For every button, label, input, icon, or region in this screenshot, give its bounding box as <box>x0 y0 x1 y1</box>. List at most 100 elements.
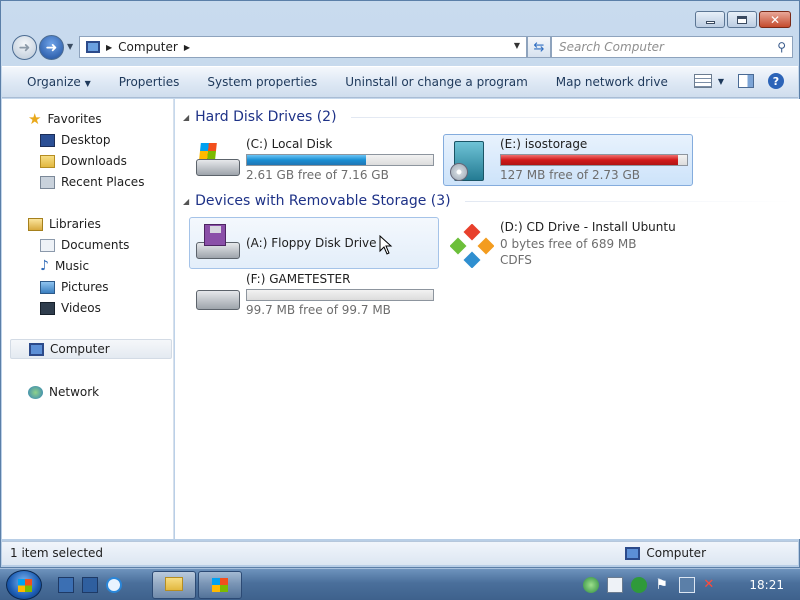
floppy-drive-icon <box>194 224 242 264</box>
taskbar-window-button[interactable] <box>198 571 242 599</box>
taskbar: ⚑ ✕ 18:21 <box>0 568 800 600</box>
drive-tile-f[interactable]: (F:) GAMETESTER 99.7 MB free of 99.7 MB <box>189 269 439 321</box>
organize-button[interactable]: Organize ▼ <box>2 75 105 89</box>
sidebar-item-libraries[interactable]: Libraries <box>28 214 101 234</box>
status-bar: 1 item selected Computer <box>2 541 798 565</box>
drive-usage-fill <box>247 155 367 165</box>
drive-tile-c[interactable]: (C:) Local Disk 2.61 GB free of 7.16 GB <box>189 134 439 186</box>
collapse-triangle-icon[interactable]: ◢ <box>183 197 189 206</box>
drive-tile-d[interactable]: (D:) CD Drive - Install Ubuntu 0 bytes f… <box>443 217 693 269</box>
address-dropdown-icon[interactable]: ▼ <box>514 41 520 50</box>
sidebar-item-label: Pictures <box>61 280 109 294</box>
sidebar-item-documents[interactable]: Documents <box>40 235 129 255</box>
sidebar-item-desktop[interactable]: Desktop <box>40 130 111 150</box>
drive-usage-bar <box>246 289 434 301</box>
sidebar-item-computer[interactable]: Computer <box>10 339 172 359</box>
navigation-bar: ➜ ➜ ▼ ▶ Computer ▶ ▼ ⇆ Search Computer ⚲ <box>10 34 793 60</box>
drive-free-space: 99.7 MB free of 99.7 MB <box>246 303 391 317</box>
properties-button[interactable]: Properties <box>105 75 194 89</box>
refresh-button[interactable]: ⇆ <box>527 36 551 58</box>
folder-icon <box>165 577 183 591</box>
drive-tile-e[interactable]: (E:) isostorage 127 MB free of 2.73 GB <box>443 134 693 186</box>
command-bar: Organize ▼ Properties System properties … <box>2 66 798 98</box>
help-icon[interactable]: ? <box>768 73 784 89</box>
folder-icon <box>40 154 55 168</box>
sidebar-item-label: Network <box>49 385 100 399</box>
sidebar-item-label: Favorites <box>47 112 102 126</box>
group-header-removable-storage[interactable]: ◢ Devices with Removable Storage (3) <box>183 193 793 209</box>
search-icon[interactable]: ⚲ <box>777 40 786 54</box>
libraries-icon <box>28 217 43 231</box>
explorer-window: ✕ ➜ ➜ ▼ ▶ Computer ▶ ▼ ⇆ Search Computer… <box>0 0 800 568</box>
organize-label: Organize <box>27 75 81 89</box>
sidebar-item-label: Documents <box>61 238 130 252</box>
change-view-button[interactable]: ▼ <box>693 74 724 88</box>
collapse-triangle-icon[interactable]: ◢ <box>183 113 189 122</box>
group-header-hard-disk-drives[interactable]: ◢ Hard Disk Drives (2) <box>183 109 793 125</box>
security-icon[interactable] <box>631 577 648 593</box>
preview-pane-button[interactable] <box>738 74 754 88</box>
drive-name: (C:) Local Disk <box>246 137 333 151</box>
removable-drive-icon <box>194 276 242 316</box>
navigation-pane: ★ Favorites Desktop Downloads Recent Plac… <box>2 99 174 539</box>
window-controls: ✕ <box>695 11 791 28</box>
drive-tile-a[interactable]: (A:) Floppy Disk Drive <box>189 217 439 269</box>
computer-icon <box>625 546 641 560</box>
taskbar-explorer-button[interactable] <box>152 571 196 599</box>
drive-free-space: 2.61 GB free of 7.16 GB <box>246 168 389 182</box>
maximize-button[interactable] <box>727 11 757 28</box>
network-status-icon[interactable] <box>679 577 696 593</box>
drive-usage-bar <box>246 154 434 166</box>
sidebar-item-downloads[interactable]: Downloads <box>40 151 127 171</box>
ubuntu-cd-icon <box>448 224 496 268</box>
drive-free-space: 127 MB free of 2.73 GB <box>500 168 641 182</box>
map-network-drive-button[interactable]: Map network drive <box>542 75 682 89</box>
desktop-icon <box>40 133 55 147</box>
windows-logo-icon <box>18 579 32 592</box>
clock[interactable]: 18:21 <box>749 578 784 592</box>
close-button[interactable]: ✕ <box>759 11 791 28</box>
drive-name: (D:) CD Drive - Install Ubuntu <box>500 220 676 234</box>
group-divider <box>464 200 793 202</box>
back-arrow-icon: ➜ <box>18 39 31 56</box>
documents-icon <box>40 238 55 252</box>
breadcrumb-computer[interactable]: Computer <box>118 40 178 54</box>
switch-windows-icon[interactable] <box>82 577 98 593</box>
toolbar-right: ▼ ? <box>693 73 784 89</box>
forward-arrow-icon: ➜ <box>45 39 58 56</box>
chevron-right-icon[interactable]: ▶ <box>106 43 112 52</box>
back-button[interactable]: ➜ <box>12 35 37 60</box>
search-input[interactable]: Search Computer ⚲ <box>551 36 793 58</box>
flag-icon[interactable]: ⚑ <box>655 577 671 593</box>
windows-logo-icon <box>212 578 228 592</box>
forward-button[interactable]: ➜ <box>39 35 64 60</box>
volume-muted-icon[interactable]: ✕ <box>703 577 719 593</box>
sidebar-item-pictures[interactable]: Pictures <box>40 277 109 297</box>
show-desktop-icon[interactable] <box>58 577 74 593</box>
uninstall-program-button[interactable]: Uninstall or change a program <box>331 75 542 89</box>
hard-drive-icon <box>194 141 242 181</box>
sidebar-item-videos[interactable]: Videos <box>40 298 101 318</box>
sidebar-item-favorites[interactable]: ★ Favorites <box>28 109 102 129</box>
system-properties-button[interactable]: System properties <box>193 75 331 89</box>
sidebar-item-music[interactable]: ♪ Music <box>40 256 89 276</box>
close-icon: ✕ <box>769 12 781 27</box>
drive-filesystem: CDFS <box>500 253 532 267</box>
internet-explorer-icon[interactable] <box>106 577 122 593</box>
group-title: Hard Disk Drives (2) <box>195 109 337 125</box>
recent-pages-dropdown[interactable]: ▼ <box>67 42 73 51</box>
sidebar-item-label: Computer <box>50 342 110 356</box>
start-button[interactable] <box>6 570 42 600</box>
update-icon[interactable] <box>583 577 600 593</box>
status-location-label: Computer <box>646 546 706 560</box>
document-icon[interactable] <box>607 577 624 593</box>
computer-icon <box>29 342 44 356</box>
sidebar-item-network[interactable]: Network <box>28 382 99 402</box>
dvd-drive-icon <box>448 141 496 181</box>
address-bar[interactable]: ▶ Computer ▶ ▼ <box>79 36 527 58</box>
recent-places-icon <box>40 175 55 189</box>
music-icon: ♪ <box>40 257 49 274</box>
chevron-right-icon[interactable]: ▶ <box>184 43 190 52</box>
sidebar-item-recent-places[interactable]: Recent Places <box>40 172 144 192</box>
minimize-button[interactable] <box>695 11 725 28</box>
